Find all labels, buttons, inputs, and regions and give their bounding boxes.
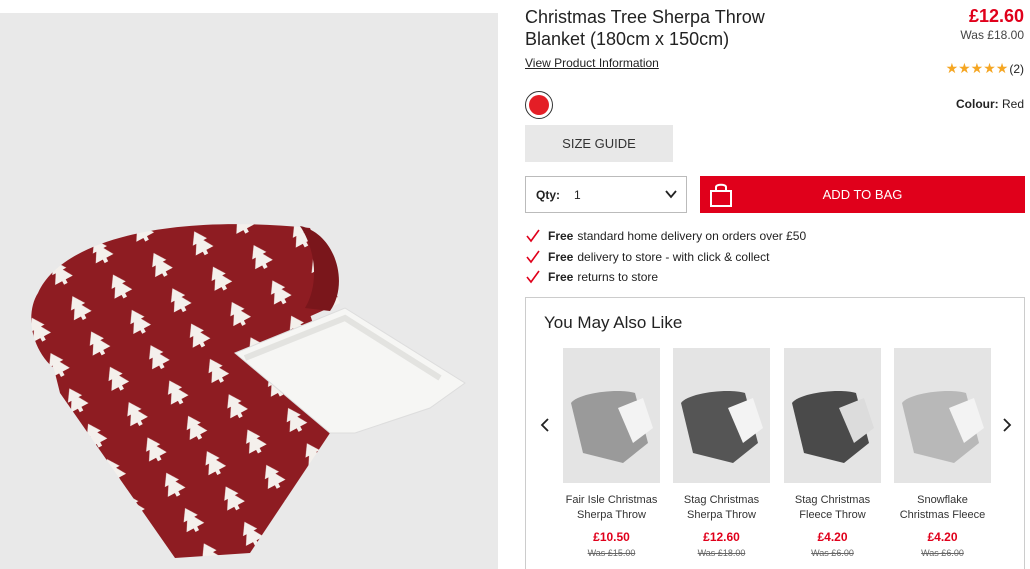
recommendation-card[interactable]: Fair Isle Christmas Sherpa Throw £10.50 … [563,348,660,558]
qty-label: Qty: [536,187,560,202]
quantity-select[interactable]: Qty: 1 [525,176,687,213]
perk-item: Free delivery to store - with click & co… [525,247,806,268]
product-was-price: Was £18.00 [960,28,1024,42]
swatch-fill [529,95,549,115]
recommendation-price: £10.50 [593,530,630,544]
shopping-bag-icon [710,183,732,207]
chevron-left-icon[interactable] [538,416,552,434]
check-icon [526,229,540,243]
you-may-also-like-panel: You May Also Like Fair Isle Christmas Sh… [525,297,1025,569]
blanket-illustration [31,224,466,558]
perk-text: returns to store [577,270,659,285]
recommendation-card[interactable]: Snowflake Christmas Fleece £4.20 Was £6.… [894,348,991,558]
star-rating-icon: ★★★★★ [945,60,1009,76]
perk-text: delivery to store - with click & collect [577,249,770,264]
product-rating[interactable]: ★★★★★ (2) [946,60,1024,77]
perk-item: Free returns to store [525,267,806,288]
recommendation-was-price: Was £6.00 [811,548,854,558]
product-price: £12.60 [968,6,1024,26]
throw-thumbnail-image [681,391,763,463]
throw-thumbnail-image [792,391,874,463]
recommendation-price: £12.60 [703,530,740,544]
recommendation-price: £4.20 [817,530,848,544]
recommendation-thumbnail[interactable] [563,348,660,483]
recommendation-name: Fair Isle Christmas Sherpa Throw [565,494,658,521]
recommendation-thumbnail[interactable] [894,348,991,483]
recommendation-card[interactable]: Stag Christmas Fleece Throw £4.20 Was £6… [784,348,881,558]
chevron-right-icon[interactable] [1000,416,1014,434]
recommendation-was-price: Was £6.00 [921,548,964,558]
colour-value: Red [1001,97,1024,111]
throw-thumbnail-image [902,391,984,463]
recommendation-name: Stag Christmas Fleece Throw [794,494,871,521]
recommendation-was-price: Was £15.00 [587,548,636,558]
size-guide-button[interactable]: SIZE GUIDE [525,125,673,162]
chevron-down-icon [665,190,677,199]
throw-thumbnail-image [571,391,653,463]
recommendation-card[interactable]: Stag Christmas Sherpa Throw £12.60 Was £… [673,348,770,558]
perk-text: standard home delivery on orders over £5… [577,229,807,244]
check-icon [526,270,540,284]
view-product-information-link[interactable]: View Product Information [525,56,659,70]
recommendation-thumbnail[interactable] [673,348,770,483]
rating-count: (2) [1009,61,1024,76]
perk-bold: Free [548,229,574,244]
colour-label: Colour: [955,97,999,111]
recommendation-was-price: Was £18.00 [697,548,746,558]
add-to-bag-label: ADD TO BAG [822,187,903,202]
add-to-bag-button[interactable]: ADD TO BAG [700,176,1025,213]
colour-selection: Colour: Red [956,97,1024,111]
recommendation-thumbnail[interactable] [784,348,881,483]
perk-item: Free standard home delivery on orders ov… [525,226,806,247]
product-image[interactable] [0,13,498,569]
qty-value: 1 [574,187,581,202]
recommendations-heading: You May Also Like [544,313,683,332]
colour-swatch-red[interactable] [525,91,553,119]
perk-bold: Free [548,249,574,264]
perk-bold: Free [548,270,574,285]
recommendation-name: Snowflake Christmas Fleece [899,494,986,521]
delivery-perks-list: Free standard home delivery on orders ov… [525,226,806,288]
product-title: Christmas Tree Sherpa Throw Blanket (180… [525,7,765,49]
check-icon [526,250,540,264]
recommendation-price: £4.20 [927,530,958,544]
recommendation-name: Stag Christmas Sherpa Throw [683,494,760,521]
